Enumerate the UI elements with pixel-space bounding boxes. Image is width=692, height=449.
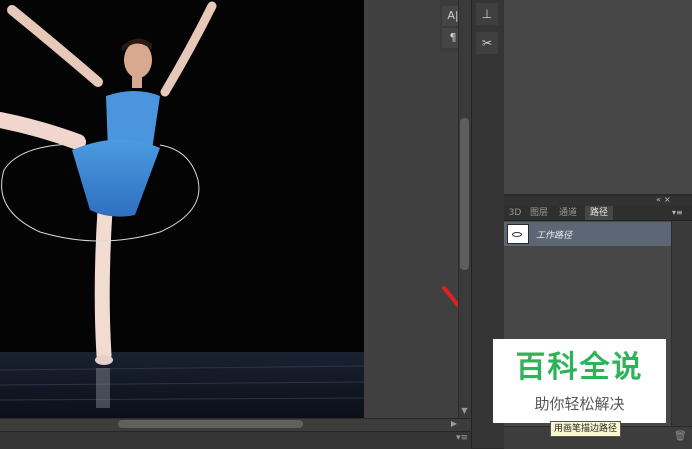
tab-paths[interactable]: 路径 [585, 206, 613, 220]
path-name[interactable]: 工作路径 [536, 228, 572, 241]
tab-channels[interactable]: 通道 [556, 206, 580, 220]
scroll-right-arrow-icon[interactable]: ▶ [448, 418, 460, 430]
panel-menu-icon[interactable]: ▾≡ [672, 206, 683, 220]
panel-menu-icon[interactable]: ▾≡ [456, 433, 468, 443]
status-bar [0, 431, 471, 449]
tab-layers[interactable]: 图层 [527, 206, 551, 220]
stroke-path-tooltip: 用画笔描边路径 [550, 421, 622, 437]
path-thumbnail-shape [512, 232, 522, 237]
horizontal-scroll-thumb[interactable] [118, 420, 303, 428]
collapse-close-icon[interactable]: «× [656, 195, 674, 204]
vertical-scroll-thumb[interactable] [460, 118, 469, 270]
scroll-down-arrow-icon[interactable]: ▼ [460, 406, 469, 416]
trash-icon[interactable]: 🗑 [674, 431, 687, 443]
ballerina-photo [0, 0, 364, 418]
paths-scrollbar[interactable] [671, 221, 692, 426]
tab-3d[interactable]: 3D [505, 206, 525, 220]
upper-panel [504, 0, 692, 195]
clone-source-icon[interactable]: ⊥ [476, 3, 498, 25]
watermark-title: 百科全说 [515, 350, 644, 385]
watermark-subtitle: 助你轻松解决 [534, 395, 625, 413]
tool-presets-icon[interactable]: ✂ [476, 32, 498, 54]
document-canvas[interactable] [0, 0, 364, 418]
path-row-work-path[interactable] [504, 222, 671, 246]
